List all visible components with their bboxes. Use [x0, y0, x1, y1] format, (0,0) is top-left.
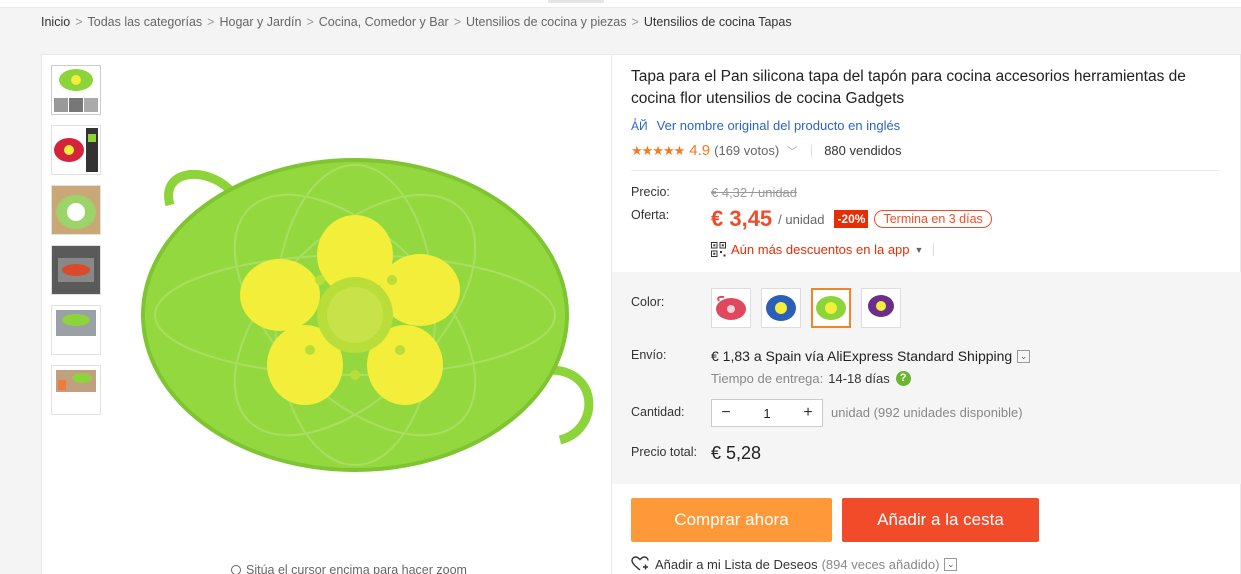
shipping-text[interactable]: € 1,83 a Spain vía AliExpress Standard S… — [711, 348, 1012, 364]
swatch-image — [816, 296, 846, 320]
divider — [811, 144, 813, 157]
breadcrumb-separator: > — [75, 15, 83, 29]
product-title: Tapa para el Pan silicona tapa del tapón… — [631, 68, 1186, 107]
thumbnail-image — [52, 126, 100, 174]
original-name-text[interactable]: Ver nombre original del producto en ingl… — [657, 118, 901, 133]
caret-down-icon[interactable]: ▼ — [915, 245, 924, 255]
breadcrumb-separator: > — [631, 15, 639, 29]
color-swatch-blue[interactable] — [761, 288, 801, 328]
zoom-hint: Sitúa el cursor encima para hacer zoom — [231, 563, 467, 574]
discount-badge: -20% — [834, 210, 869, 228]
star-rating-icon: ★★★★★ — [631, 142, 685, 158]
thumbnail-list — [51, 65, 101, 425]
sold-count: 880 vendidos — [824, 143, 902, 158]
buy-now-button[interactable]: Comprar ahora — [631, 498, 832, 542]
quantity-note: unidad (992 unidades disponible) — [831, 405, 1023, 420]
breadcrumb-utensilios-piezas[interactable]: Utensilios de cocina y piezas — [466, 15, 627, 29]
swatch-image — [766, 295, 796, 321]
countdown-badge: Termina en 3 días — [874, 210, 992, 228]
shipping-row[interactable]: € 1,83 a Spain vía AliExpress Standard S… — [711, 348, 1031, 364]
thumbnail-image — [52, 306, 100, 354]
thumbnail-image — [52, 246, 100, 294]
magnifier-icon — [231, 565, 241, 574]
thumbnail-image — [52, 366, 100, 414]
delivery-row: Tiempo de entrega: 14-18 días ? — [711, 371, 911, 386]
offer-price: € 3,45 — [711, 206, 773, 231]
help-icon[interactable]: ? — [895, 371, 911, 386]
zoom-hint-text: Sitúa el cursor encima para hacer zoom — [246, 563, 467, 574]
quantity-label: Cantidad: — [631, 405, 685, 419]
chevron-down-icon[interactable]: ﹀ — [787, 143, 797, 158]
rating-row: ★★★★★ 4.9 (169 votos) ﹀ 880 vendidos — [631, 142, 902, 159]
total-price: € 5,28 — [711, 443, 762, 463]
breadcrumb-separator: > — [306, 15, 314, 29]
quantity-minus-button[interactable]: − — [712, 400, 740, 426]
color-swatches — [711, 288, 911, 328]
color-swatch-red[interactable] — [711, 288, 751, 328]
top-bar — [0, 0, 1241, 8]
app-discounts-link[interactable]: Aún más descuentos en la app ▼ — [711, 242, 935, 257]
thumbnail-4[interactable] — [51, 245, 101, 295]
thumbnail-2[interactable] — [51, 125, 101, 175]
breadcrumb-hogar-jardin[interactable]: Hogar y Jardín — [219, 15, 301, 29]
shipping-label: Envío: — [631, 348, 667, 362]
thumbnail-6[interactable] — [51, 365, 101, 415]
breadcrumb-cocina-comedor-bar[interactable]: Cocina, Comedor y Bar — [319, 15, 449, 29]
heart-plus-icon — [631, 556, 649, 571]
quantity-plus-button[interactable]: + — [794, 400, 822, 426]
offer-label: Oferta: — [631, 208, 670, 222]
add-to-cart-button[interactable]: Añadir a la cesta — [842, 498, 1039, 542]
color-label: Color: — [631, 295, 665, 309]
votes-count[interactable]: (169 votos) — [714, 143, 779, 158]
wishlist-text[interactable]: Añadir a mi Lista de Deseos — [655, 557, 818, 572]
thumbnail-3[interactable] — [51, 185, 101, 235]
quantity-stepper: − 1 + — [711, 399, 823, 427]
price-label: Precio: — [631, 185, 670, 199]
offer-row: € 3,45 / unidad -20% Termina en 3 días — [711, 206, 992, 232]
wishlist-count: (894 veces añadido) — [821, 556, 940, 572]
color-swatch-purple[interactable] — [861, 288, 901, 328]
chevron-down-icon[interactable]: ⌄ — [944, 557, 958, 571]
thumbnail-image — [52, 66, 100, 114]
breadcrumb-todas-categorias[interactable]: Todas las categorías — [88, 15, 203, 29]
quantity-input[interactable]: 1 — [740, 406, 794, 421]
breadcrumb-inicio[interactable]: Inicio — [41, 15, 70, 29]
rating-value: 4.9 — [689, 142, 711, 159]
main-product-image[interactable] — [130, 150, 600, 480]
thumbnail-1[interactable] — [51, 65, 101, 115]
color-swatch-green[interactable] — [811, 288, 851, 328]
delivery-days: 14-18 días — [828, 371, 890, 386]
thumbnail-5[interactable] — [51, 305, 101, 355]
total-label: Precio total: — [631, 445, 698, 459]
qr-code-icon — [711, 242, 726, 257]
section-divider — [631, 170, 1220, 171]
breadcrumb-current[interactable]: Utensilios de cocina Tapas — [644, 15, 792, 29]
breadcrumb: Inicio > Todas las categorías > Hogar y Jard… — [41, 15, 792, 29]
top-tab-nub — [548, 0, 604, 3]
breadcrumb-separator: > — [453, 15, 461, 29]
swatch-image — [716, 295, 746, 320]
swatch-image — [868, 295, 894, 317]
breadcrumb-separator: > — [207, 15, 215, 29]
offer-unit: / unidad — [778, 211, 825, 227]
wishlist-link[interactable]: Añadir a mi Lista de Deseos (894 veces a… — [631, 556, 958, 572]
delivery-label: Tiempo de entrega: — [711, 371, 824, 386]
original-name-link[interactable]: A̓Й Ver nombre original del producto en i… — [631, 118, 900, 133]
options-section — [612, 272, 1241, 484]
old-price: € 4,32 / unidad — [711, 185, 798, 200]
translate-icon: A̓Й — [631, 119, 648, 133]
app-discounts-text[interactable]: Aún más descuentos en la app — [731, 242, 910, 257]
thumbnail-image — [52, 186, 100, 234]
chevron-down-icon[interactable]: ⌄ — [1017, 349, 1031, 363]
divider — [933, 243, 935, 256]
